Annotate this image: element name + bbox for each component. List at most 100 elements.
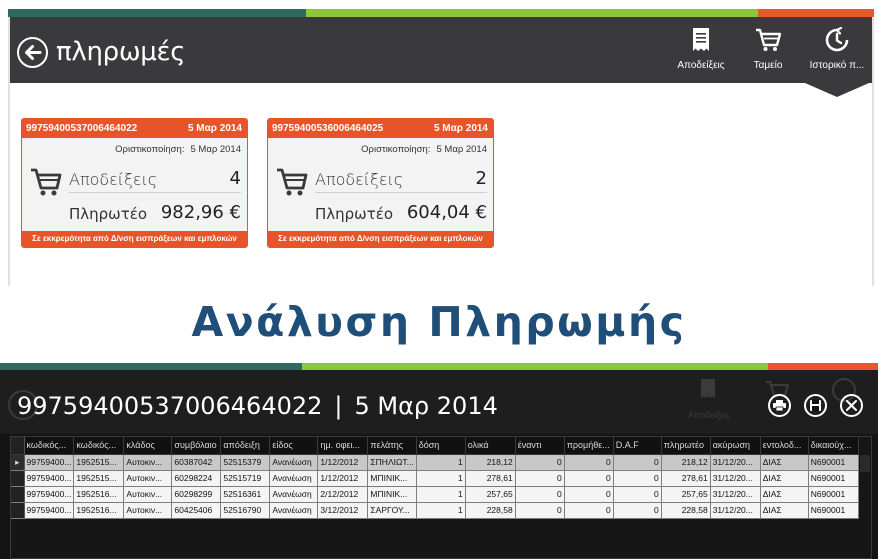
- column-header[interactable]: πελάτης: [367, 437, 417, 455]
- column-header[interactable]: κλάδος: [123, 437, 173, 455]
- card-status: Σε εκκρεμότητα από Δ/νση εισπράξεων και …: [22, 231, 247, 247]
- table-cell: Αυτοκιν...: [123, 486, 173, 503]
- table-cell: 0: [515, 454, 565, 471]
- table-cell: ΔΙΑΣ: [760, 470, 809, 487]
- table-row[interactable]: 99759400... 1952515... Αυτοκιν... 60298224 5…: [11, 470, 859, 487]
- row-indicator: [11, 470, 25, 487]
- table-cell: Ανανέωση: [269, 470, 319, 487]
- row-indicator-header: [11, 437, 25, 455]
- table-row[interactable]: 99759400... 1952516... Αυτοκιν... 60425406 5…: [11, 502, 859, 519]
- table-cell: 0: [613, 454, 662, 471]
- table-cell: ΜΠΙΝΙΚ...: [367, 486, 417, 503]
- table-cell: 99759400...: [24, 454, 75, 471]
- history-clock-icon: [825, 27, 849, 52]
- table-cell: 52515719: [220, 470, 271, 487]
- table-cell: 257,65: [661, 486, 711, 503]
- table-row[interactable]: ▸ 99759400... 1952515... Αυτοκιν... 60387042…: [11, 454, 859, 471]
- table-cell: 0: [515, 502, 565, 519]
- table-cell: ΔΙΑΣ: [760, 486, 809, 503]
- table-header-row: κωδικός... κωδικός... κλάδος συμβόλαιο απόδε…: [11, 437, 859, 455]
- column-header[interactable]: ακύρωση: [710, 437, 761, 455]
- column-header[interactable]: πληρωτέο: [661, 437, 711, 455]
- column-header[interactable]: είδος: [269, 437, 319, 455]
- card-receipts-count: 4: [229, 168, 241, 189]
- payment-card[interactable]: 99759400537006464022 5 Μαρ 2014 Οριστικο…: [21, 118, 248, 248]
- table-cell: 0: [564, 470, 614, 487]
- table-cell: 0: [613, 486, 662, 503]
- back-button[interactable]: [17, 37, 48, 68]
- table-cell: 228,58: [661, 502, 711, 519]
- table-cell: N690001: [808, 502, 859, 519]
- nav-receipts-button[interactable]: Αποδείξεις: [676, 23, 726, 83]
- card-receipts-count: 2: [475, 168, 487, 189]
- table-cell: 1: [416, 486, 466, 503]
- section-title: Ανάλυση Πληρωμής: [191, 298, 687, 346]
- card-payable-amount: 604,04 €: [406, 202, 487, 223]
- scrollbar[interactable]: [860, 455, 870, 472]
- column-header[interactable]: δικαιούχ...: [808, 437, 859, 455]
- card-header: 99759400537006464022 5 Μαρ 2014: [22, 119, 247, 138]
- table-cell: 3/12/2012: [317, 502, 369, 519]
- column-header[interactable]: έναντι: [515, 437, 565, 455]
- detail-code: 99759400537006464022: [17, 392, 323, 420]
- table-cell: 31/12/20...: [710, 470, 761, 487]
- row-indicator: ▸: [11, 454, 25, 471]
- table-cell: 52516361: [220, 486, 271, 503]
- print-button[interactable]: [768, 394, 791, 417]
- save-button[interactable]: [804, 394, 827, 417]
- table-cell: 60387042: [171, 454, 222, 471]
- table-cell: 1: [416, 502, 466, 519]
- table-row[interactable]: 99759400... 1952516... Αυτοκιν... 60298299 5…: [11, 486, 859, 503]
- detail-header: Αποδείξεις 99759400537006464022 | 5 Μαρ 20…: [0, 370, 878, 434]
- payment-detail-grid[interactable]: κωδικός... κωδικός... κλάδος συμβόλαιο απόδε…: [10, 436, 872, 559]
- column-header[interactable]: ολικά: [465, 437, 516, 455]
- table-cell: 99759400...: [24, 486, 75, 503]
- table-cell: 278,61: [661, 470, 711, 487]
- accent-strip-green-dark: [8, 9, 306, 17]
- card-finalization: Οριστικοποίηση: 5 Μαρ 2014: [361, 144, 487, 155]
- card-payable-row: Πληρωτέο 604,04 €: [315, 199, 487, 225]
- table-cell: 31/12/20...: [710, 486, 761, 503]
- column-header[interactable]: κωδικός...: [24, 437, 75, 455]
- detail-title: 99759400537006464022 | 5 Μαρ 2014: [17, 392, 498, 420]
- print-icon: [773, 400, 786, 411]
- table-cell: 278,61: [465, 470, 516, 487]
- card-date: 5 Μαρ 2014: [433, 123, 488, 134]
- table-cell: ΔΙΑΣ: [760, 502, 809, 519]
- table-cell: 1952516...: [73, 502, 125, 519]
- column-header[interactable]: δόση: [416, 437, 466, 455]
- save-icon: [810, 400, 821, 411]
- nav-history-button[interactable]: Ιστορικό π...: [806, 23, 868, 83]
- payment-card[interactable]: 99759400536006464025 5 Μαρ 2014 Οριστικο…: [267, 118, 494, 248]
- column-header[interactable]: συμβόλαιο: [171, 437, 222, 455]
- column-header[interactable]: κωδικός...: [73, 437, 125, 455]
- close-button[interactable]: [840, 394, 863, 417]
- table-cell: 218,12: [465, 454, 516, 471]
- table-cell: 218,12: [661, 454, 711, 471]
- nav-cashier-label: Ταμείο: [753, 60, 783, 71]
- column-header[interactable]: ημ. οφει...: [317, 437, 369, 455]
- table-cell: Ανανέωση: [269, 486, 319, 503]
- table-cell: 257,65: [465, 486, 516, 503]
- payment-detail-dialog: Αποδείξεις 99759400537006464022 | 5 Μαρ 20…: [0, 370, 878, 559]
- row-indicator: [11, 486, 25, 503]
- payments-app: πληρωμές Αποδείξεις Ταμείο Ιστορικό π...…: [8, 17, 874, 286]
- nav-receipts-label: Αποδείξεις: [677, 60, 725, 71]
- accent-strip-orange: [758, 9, 874, 17]
- card-status: Σε εκκρεμότητα από Δ/νση εισπράξεων και …: [268, 231, 493, 247]
- table-cell: ΜΠΙΝΙΚ...: [367, 470, 417, 487]
- card-finalization: Οριστικοποίηση: 5 Μαρ 2014: [115, 144, 241, 155]
- nav-cashier-button[interactable]: Ταμείο: [745, 23, 791, 83]
- column-header[interactable]: εντολοδ...: [760, 437, 809, 455]
- table-cell: ΣΑΡΓΟΥ...: [367, 502, 417, 519]
- card-header: 99759400536006464025 5 Μαρ 2014: [268, 119, 493, 138]
- card-receipts-row: Αποδείξεις 2: [315, 165, 487, 193]
- app-header: πληρωμές Αποδείξεις Ταμείο Ιστορικό π...: [10, 17, 872, 83]
- table-cell: 99759400...: [24, 470, 75, 487]
- column-header[interactable]: D.A.F: [613, 437, 662, 455]
- column-header[interactable]: προμήθε...: [564, 437, 614, 455]
- table-cell: ΔΙΑΣ: [760, 454, 809, 471]
- table-cell: Αυτοκιν...: [123, 454, 173, 471]
- page-title: πληρωμές: [56, 37, 186, 67]
- column-header[interactable]: απόδειξη: [220, 437, 271, 455]
